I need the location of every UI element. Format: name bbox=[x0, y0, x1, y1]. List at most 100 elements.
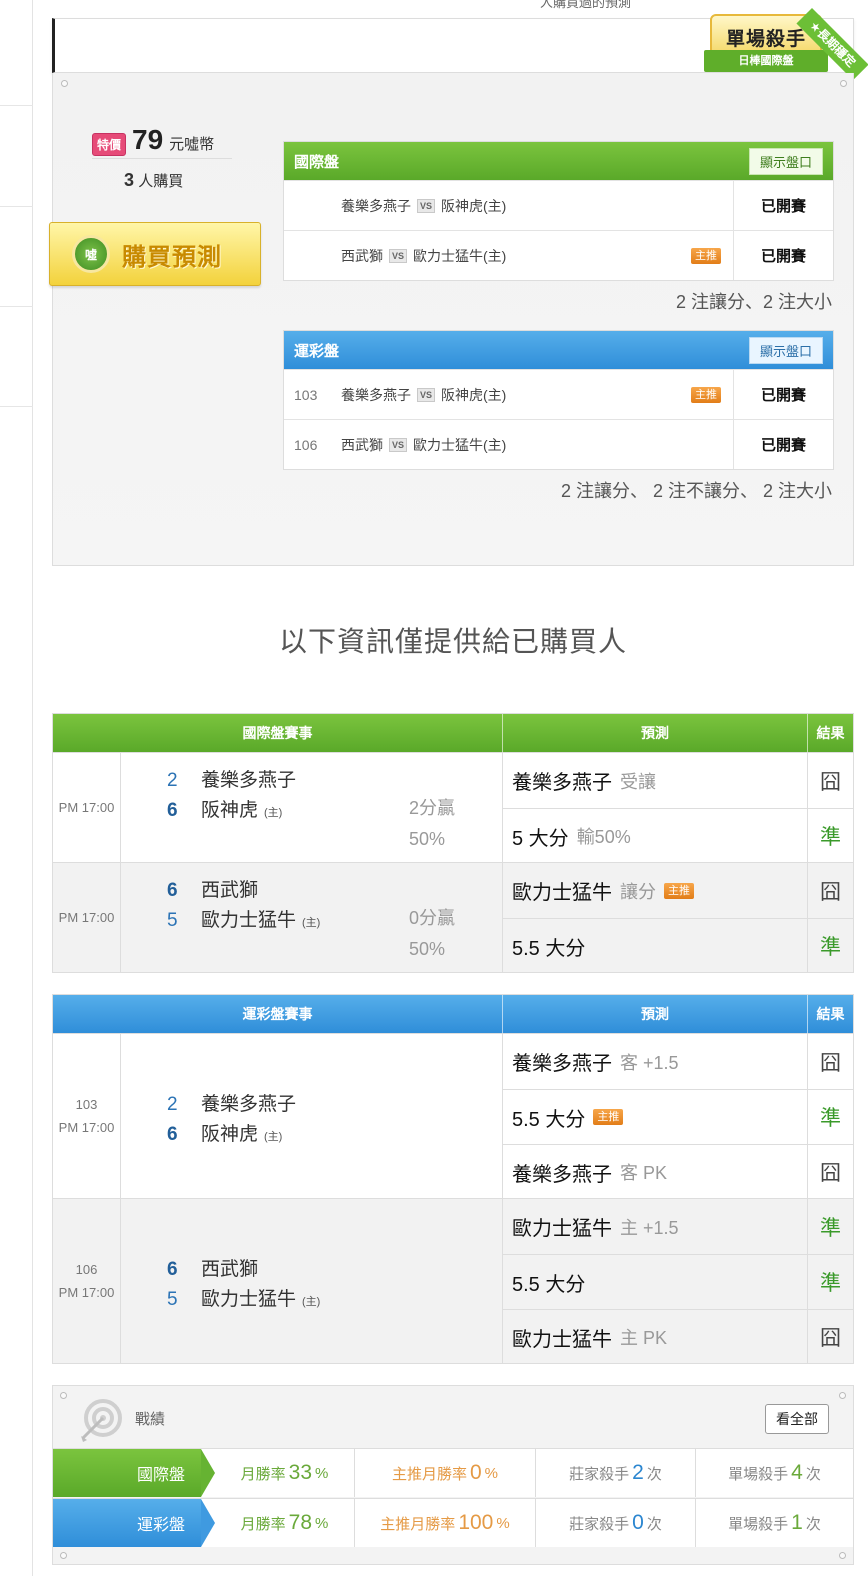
lottery-show-odds-button[interactable]: 顯示盤口 bbox=[748, 336, 823, 364]
buyers-number: 3 bbox=[124, 170, 135, 190]
single-killer-count: 單場殺手 1 次 bbox=[728, 1511, 821, 1534]
home-mark: (主) bbox=[264, 1131, 283, 1143]
intl-show-odds-button[interactable]: 顯示盤口 bbox=[748, 147, 823, 175]
corner-dot bbox=[840, 80, 847, 87]
prediction-row: 5.5 大分 準 bbox=[503, 918, 853, 973]
away-score: 6 bbox=[167, 1259, 178, 1280]
prediction-row: 5.5 大分 準 bbox=[503, 1254, 853, 1309]
predictions-cell: 養樂多燕子客 +1.5 囧 5.5 大分 主推 準 養樂多燕子客 PK 囧 bbox=[503, 1034, 853, 1199]
home-team-line: 6 阪神虎 (主) bbox=[167, 1119, 282, 1146]
record-row-label: 運彩盤 bbox=[53, 1499, 215, 1547]
house-killer-count: 莊家殺手 0 次 bbox=[536, 1499, 696, 1547]
vs-icon: VS bbox=[389, 248, 408, 263]
prediction-result: 準 bbox=[820, 936, 841, 959]
prediction-meta: 客 PK bbox=[620, 1163, 668, 1183]
corner-dot bbox=[60, 1392, 67, 1399]
away-score: 2 bbox=[167, 770, 178, 791]
game-time: PM 17:00 bbox=[58, 910, 115, 925]
left-sidebar bbox=[0, 0, 33, 1576]
corner-dot bbox=[60, 1552, 67, 1559]
teams-cell: 2 養樂多燕子 6 阪神虎 (主) bbox=[121, 1034, 503, 1198]
prediction-result: 囧 bbox=[820, 1051, 841, 1075]
pan-row: 106 西武獅 VS 歐力士猛牛(主) 已開賽 bbox=[284, 419, 833, 469]
game-code: 106 bbox=[75, 1262, 98, 1277]
main-pick-badge: 主推 bbox=[593, 1109, 624, 1125]
record-row-lottery: 運彩盤 月勝率 78% 主推月勝率 100% 莊家殺手 0 次 單場殺手 1 次 bbox=[53, 1498, 853, 1547]
game-code: 103 bbox=[294, 386, 318, 403]
record-row-intl: 國際盤 月勝率 33% 主推月勝率 0% 莊家殺手 2 次 單場殺手 4 次 bbox=[53, 1448, 853, 1497]
record-title: 戰績 bbox=[135, 1411, 166, 1428]
game-group: 103 PM 17:00 2 養樂多燕子 6 阪神虎 (主) 養樂多燕子客 +1… bbox=[53, 1033, 853, 1199]
game-status: 已開賽 bbox=[733, 231, 833, 280]
result-line-1: 0分贏 bbox=[409, 908, 456, 928]
price-tag: 特價 bbox=[92, 133, 127, 156]
home-team-line: 5 歐力士猛牛 (主) bbox=[167, 1284, 320, 1311]
lottery-results-header: 運彩盤賽事 預測 結果 bbox=[53, 995, 853, 1033]
prediction-row: 養樂多燕子 受讓 囧 bbox=[503, 753, 853, 808]
home-mark: (主) bbox=[302, 1296, 321, 1308]
home-team-line: 6 阪神虎 (主) bbox=[167, 795, 282, 822]
prediction-meta: 主 PK bbox=[620, 1328, 668, 1348]
pan-row: 西武獅 VS 歐力士猛牛(主) 主推 已開賽 bbox=[284, 230, 833, 280]
lottery-pan-table: 運彩盤 顯示盤口 103 養樂多燕子 VS 阪神虎(主) 主推 已開賽 106 … bbox=[283, 330, 834, 470]
monthly-win-rate: 月勝率 78% bbox=[201, 1499, 355, 1547]
buyers-suffix: 人購買 bbox=[138, 173, 184, 190]
pan-row: 103 養樂多燕子 VS 阪神虎(主) 主推 已開賽 bbox=[284, 369, 833, 419]
teams-cell: 6 西武獅 5 歐力士猛牛 (主) bbox=[121, 1199, 503, 1363]
prediction-meta: 主 +1.5 bbox=[620, 1217, 679, 1238]
away-team: 養樂多燕子 bbox=[341, 386, 411, 403]
away-team-line: 6 西武獅 bbox=[167, 875, 258, 902]
home-score: 6 bbox=[167, 800, 178, 821]
prediction-text: 養樂多燕子 bbox=[512, 772, 612, 794]
buy-prediction-button[interactable]: 噓 購買預測 bbox=[49, 222, 261, 286]
col-header-event: 國際盤賽事 bbox=[53, 714, 503, 752]
prediction-row: 5 大分 輸50% 準 bbox=[503, 808, 853, 863]
corner-dot bbox=[839, 1392, 846, 1399]
home-mark: (主) bbox=[264, 807, 283, 819]
main-pick-badge: 主推 bbox=[664, 882, 694, 899]
result-line-2: 50% bbox=[409, 939, 446, 959]
predictions-cell: 養樂多燕子 受讓 囧 5 大分 輸50% 準 bbox=[503, 753, 853, 863]
lottery-pan-header: 運彩盤 顯示盤口 bbox=[284, 331, 833, 369]
corner-dot bbox=[839, 1552, 846, 1559]
prediction-row: 5.5 大分 主推 準 bbox=[503, 1089, 853, 1144]
record-row-label: 國際盤 bbox=[53, 1449, 215, 1497]
away-team: 西武獅 bbox=[341, 247, 383, 264]
away-team: 西武獅 bbox=[201, 880, 259, 901]
prediction-text: 養樂多燕子 bbox=[512, 1053, 612, 1075]
game-status: 已開賽 bbox=[733, 370, 833, 419]
vs-icon: VS bbox=[417, 198, 436, 213]
prediction-result: 準 bbox=[820, 1272, 841, 1295]
game-time: PM 17:00 bbox=[58, 800, 115, 815]
home-team: 歐力士猛牛 bbox=[201, 1289, 297, 1310]
main-pick-monthly-win-rate: 主推月勝率 100% bbox=[355, 1499, 536, 1547]
away-team: 養樂多燕子 bbox=[341, 197, 411, 214]
see-all-button[interactable]: 看全部 bbox=[765, 1404, 829, 1434]
prediction-result: 準 bbox=[820, 1107, 841, 1130]
intl-results-table: 國際盤賽事 預測 結果 PM 17:00 2 養樂多燕子 6 阪神虎 (主) 2… bbox=[52, 713, 854, 973]
game-result: 0分贏 50% bbox=[409, 903, 455, 965]
home-team: 歐力士猛牛 bbox=[201, 910, 297, 931]
info-title: 以下資訊僅提供給已購買人 bbox=[278, 626, 627, 657]
game-group: 106 PM 17:00 6 西武獅 5 歐力士猛牛 (主) 歐力士猛牛主 +1… bbox=[53, 1198, 853, 1364]
home-team: 阪神虎(主) bbox=[441, 197, 507, 214]
prediction-meta: 輸50% bbox=[576, 827, 631, 847]
prediction-row: 歐力士猛牛主 PK 囧 bbox=[503, 1309, 853, 1364]
predictions-cell: 歐力士猛牛 讓分 主推 囧 5.5 大分 準 bbox=[503, 863, 853, 973]
game-time-cell: 106 PM 17:00 bbox=[53, 1199, 121, 1363]
prediction-meta: 受讓 bbox=[620, 771, 656, 792]
top-cut-text: 人購買過的預測 bbox=[540, 0, 632, 10]
prediction-meta: 讓分 bbox=[620, 881, 656, 902]
away-team: 西武獅 bbox=[341, 436, 383, 453]
game-status: 已開賽 bbox=[733, 420, 833, 469]
lottery-results-table: 運彩盤賽事 預測 結果 103 PM 17:00 2 養樂多燕子 6 阪神虎 (… bbox=[52, 994, 854, 1364]
home-score: 5 bbox=[167, 910, 178, 931]
prediction-text: 5.5 大分 bbox=[512, 1273, 586, 1296]
vs-icon: VS bbox=[417, 387, 436, 402]
game-code: 106 bbox=[294, 436, 318, 453]
badge-subtitle: 日棒國際盤 bbox=[704, 50, 828, 72]
game-time: PM 17:00 bbox=[58, 1120, 115, 1135]
price-unit: 元噓幣 bbox=[169, 136, 215, 153]
prediction-text: 歐力士猛牛 bbox=[512, 1218, 612, 1240]
home-team: 歐力士猛牛(主) bbox=[413, 247, 507, 264]
